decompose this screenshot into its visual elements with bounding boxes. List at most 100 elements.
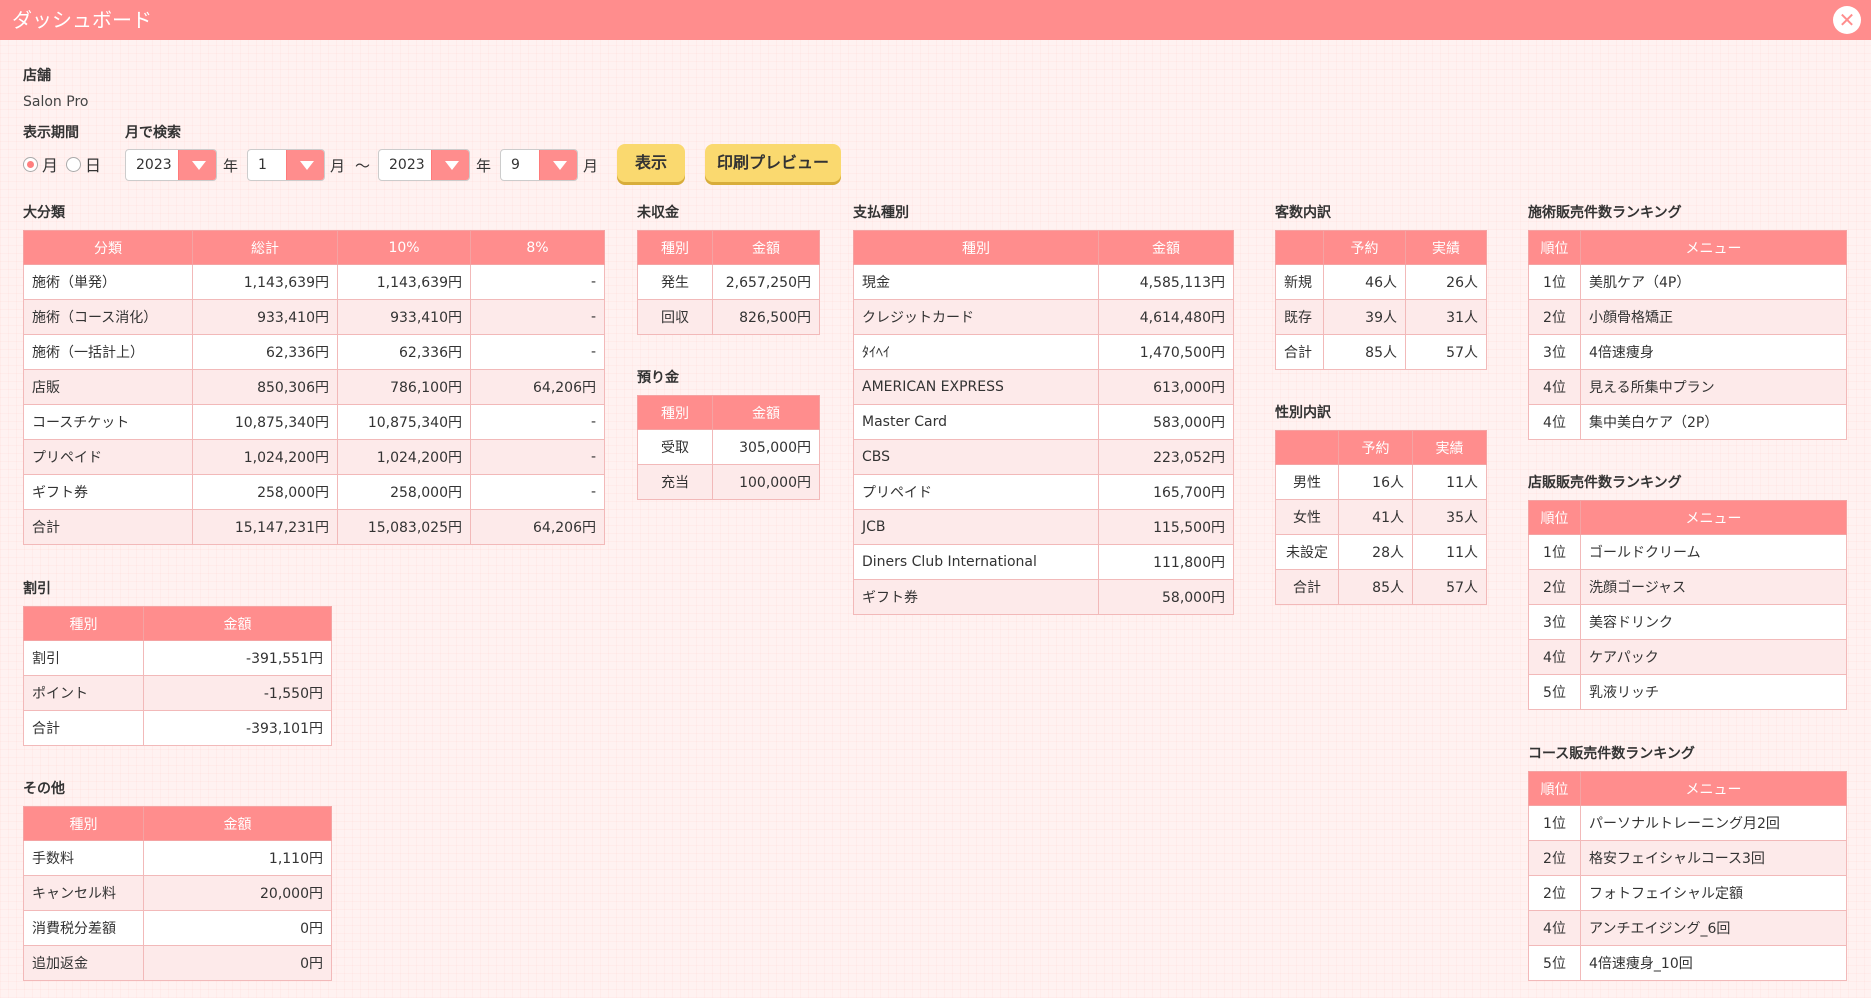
cell: 1位 <box>1528 534 1581 570</box>
cell: 4位 <box>1528 369 1581 405</box>
cell: 64,206円 <box>470 369 605 405</box>
cell: 786,100円 <box>337 369 471 405</box>
from-month-unit: 月 <box>330 157 346 175</box>
table-row: 2位 フォトフェイシャル定額 <box>1528 875 1847 911</box>
chevron-down-icon[interactable] <box>286 150 324 180</box>
table-row: 合計 85人 57人 <box>1275 334 1487 370</box>
store-label: 店舗 <box>23 68 51 84</box>
cell: ギフト券 <box>853 579 1099 615</box>
from-month-select[interactable]: 1 <box>247 149 325 181</box>
chevron-down-icon[interactable] <box>431 150 469 180</box>
cell: 4倍速痩身 <box>1580 334 1847 370</box>
cell: Master Card <box>853 404 1099 440</box>
gender-header: 予約 <box>1338 430 1413 465</box>
cell: AMERICAN EXPRESS <box>853 369 1099 405</box>
payment-title: 支払種別 <box>853 205 909 221</box>
cell: 41人 <box>1338 499 1413 535</box>
cell: 258,000円 <box>337 474 471 510</box>
cell: 62,336円 <box>337 334 471 370</box>
cell: 1,024,200円 <box>337 439 471 475</box>
table-row: コースチケット 10,875,340円 10,875,340円 - <box>23 404 605 440</box>
cell: 5位 <box>1528 674 1581 710</box>
cell: - <box>470 299 605 335</box>
print-preview-button[interactable]: 印刷プレビュー <box>705 144 841 182</box>
to-year-select[interactable]: 2023 <box>378 149 470 181</box>
cell: 46人 <box>1323 264 1406 300</box>
cell: 35人 <box>1412 499 1487 535</box>
radio-day-indicator[interactable] <box>66 156 81 172</box>
cell: ギフト券 <box>23 474 193 510</box>
cell: 0円 <box>143 910 332 946</box>
unpaid-table: 種別 金額 発生 2,657,250円 回収 826,500円 <box>637 230 820 335</box>
cell: 39人 <box>1323 299 1406 335</box>
unpaid-header: 金額 <box>712 230 820 265</box>
cell: - <box>470 439 605 475</box>
table-row: 2位 小顔骨格矯正 <box>1528 299 1847 335</box>
cell: -393,101円 <box>143 710 332 746</box>
cell: プリペイド <box>23 439 193 475</box>
deposit-title: 預り金 <box>637 370 679 386</box>
from-year-select[interactable]: 2023 <box>125 149 217 181</box>
cell: 258,000円 <box>192 474 338 510</box>
cell: 4,614,480円 <box>1098 299 1234 335</box>
cell: 850,306円 <box>192 369 338 405</box>
table-row: 店販 850,306円 786,100円 64,206円 <box>23 369 605 405</box>
other-title: その他 <box>23 781 65 797</box>
radio-day[interactable]: 日 <box>66 152 101 176</box>
cell: 111,800円 <box>1098 544 1234 580</box>
payment-header: 金額 <box>1098 230 1234 265</box>
to-month-unit: 月 <box>583 157 599 175</box>
cell: 613,000円 <box>1098 369 1234 405</box>
treatment-rank-header: 順位 <box>1528 230 1581 265</box>
chevron-down-icon[interactable] <box>539 150 577 180</box>
deposit-header: 種別 <box>637 395 713 430</box>
cell: 15,147,231円 <box>192 509 338 545</box>
table-row: 4位 アンチエイジング_6回 <box>1528 910 1847 946</box>
cell: CBS <box>853 439 1099 475</box>
customers-header: 予約 <box>1323 230 1406 265</box>
cell: キャンセル料 <box>23 875 144 911</box>
cell: 2位 <box>1528 299 1581 335</box>
cell: 933,410円 <box>192 299 338 335</box>
to-year-unit: 年 <box>476 157 492 175</box>
cell: 現金 <box>853 264 1099 300</box>
show-button[interactable]: 表示 <box>617 144 685 182</box>
table-row: 合計 -393,101円 <box>23 710 332 746</box>
table-row: 女性 41人 35人 <box>1275 499 1487 535</box>
cell: 美容ドリンク <box>1580 604 1847 640</box>
cell: 1,024,200円 <box>192 439 338 475</box>
cell: 女性 <box>1275 499 1339 535</box>
table-row: 4位 ケアパック <box>1528 639 1847 675</box>
table-row: キャンセル料 20,000円 <box>23 875 332 911</box>
chevron-down-icon[interactable] <box>178 150 216 180</box>
table-row: 1位 ゴールドクリーム <box>1528 534 1847 570</box>
cell: - <box>470 334 605 370</box>
table-row: 消費税分差額 0円 <box>23 910 332 946</box>
to-month-value: 9 <box>511 157 520 173</box>
cell: 1,470,500円 <box>1098 334 1234 370</box>
cell: -1,550円 <box>143 675 332 711</box>
cell: ポイント <box>23 675 144 711</box>
to-year-value: 2023 <box>389 157 425 173</box>
gender-header: 実績 <box>1412 430 1487 465</box>
table-row: 追加返金 0円 <box>23 945 332 981</box>
retail-rank-header: 順位 <box>1528 500 1581 535</box>
radio-day-label: 日 <box>85 156 102 175</box>
cell: ﾀｲﾍｲ <box>853 334 1099 370</box>
cell: 15,083,025円 <box>337 509 471 545</box>
payment-table: 種別 金額 現金 4,585,113円 クレジットカード 4,614,480円 ﾀｲ… <box>853 230 1234 615</box>
radio-month-indicator[interactable] <box>23 156 38 172</box>
cell: 充当 <box>637 464 713 500</box>
close-icon[interactable]: ✕ <box>1833 6 1861 34</box>
cell: プリペイド <box>853 474 1099 510</box>
table-row: 5位 4倍速痩身_10回 <box>1528 945 1847 981</box>
cell: 1,110円 <box>143 840 332 876</box>
cell: 57人 <box>1412 569 1487 605</box>
cell: フォトフェイシャル定額 <box>1580 875 1847 911</box>
cell: JCB <box>853 509 1099 545</box>
radio-month[interactable]: 月 <box>23 152 58 176</box>
cell: 男性 <box>1275 464 1339 500</box>
cell: 165,700円 <box>1098 474 1234 510</box>
table-row: 現金 4,585,113円 <box>853 264 1234 300</box>
to-month-select[interactable]: 9 <box>500 149 578 181</box>
